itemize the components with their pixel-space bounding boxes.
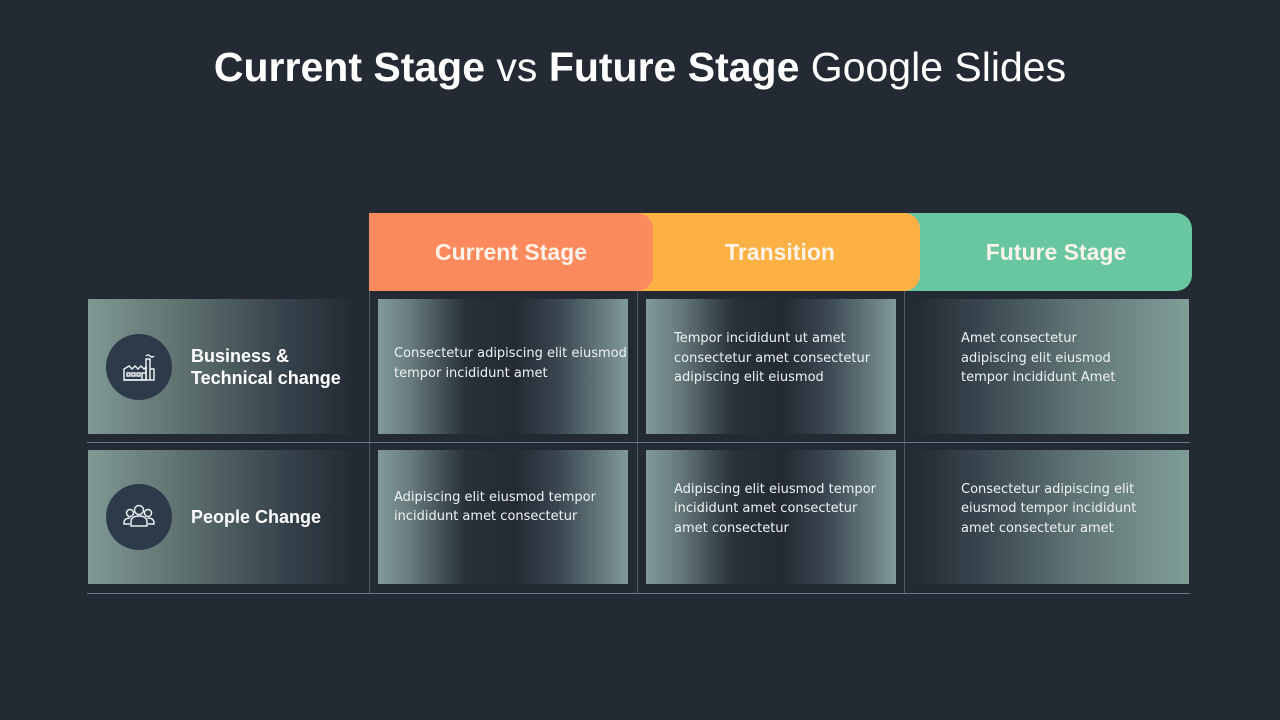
cell-business-transition: Tempor incididunt ut amet consectetur am… <box>646 299 896 434</box>
people-group-icon <box>106 484 172 550</box>
header-current-stage: Current Stage <box>369 213 653 291</box>
title-current-stage: Current Stage <box>213 44 486 90</box>
cell-text: Adipiscing elit eiusmod tempor incididun… <box>674 481 876 536</box>
row-label-line: Technical change <box>191 367 341 388</box>
cell-people-transition: Adipiscing elit eiusmod tempor incididun… <box>646 450 896 584</box>
row-label-line: People Change <box>191 507 322 527</box>
grid-divider-horizontal <box>87 442 1190 443</box>
title-vs: vs <box>485 44 549 90</box>
row-label-text: People Change <box>191 506 321 528</box>
title-google-slides: Google Slides <box>799 44 1067 90</box>
cell-business-current: Consectetur adipiscing elit eiusmod temp… <box>378 299 628 434</box>
cell-people-future: Consectetur adipiscing elit eiusmod temp… <box>915 450 1189 584</box>
row-label-people-change: People Change <box>88 450 356 584</box>
slide-title: Current Stage vs Future Stage Google Sli… <box>0 44 1280 91</box>
factory-icon <box>106 333 172 400</box>
cell-text: Amet consectetur adipiscing elit eiusmod… <box>961 331 1116 386</box>
header-transition: Transition <box>630 213 920 291</box>
row-label-line: Business & <box>191 345 290 366</box>
header-future-stage: Future Stage <box>900 213 1192 291</box>
cell-text: Adipiscing elit eiusmod tempor incididun… <box>394 489 596 525</box>
grid-divider-horizontal <box>87 593 1190 594</box>
cell-people-current: Adipiscing elit eiusmod tempor incididun… <box>378 450 628 584</box>
row-label-business-technical: Business & Technical change <box>88 299 356 434</box>
title-future-stage: Future Stage <box>548 44 800 90</box>
cell-text: Consectetur adipiscing elit eiusmod temp… <box>394 346 627 381</box>
cell-text: Tempor incididunt ut amet consectetur am… <box>674 331 871 386</box>
row-label-text: Business & Technical change <box>191 345 341 389</box>
cell-text: Consectetur adipiscing elit eiusmod temp… <box>961 481 1137 536</box>
cell-business-future: Amet consectetur adipiscing elit eiusmod… <box>915 299 1189 434</box>
